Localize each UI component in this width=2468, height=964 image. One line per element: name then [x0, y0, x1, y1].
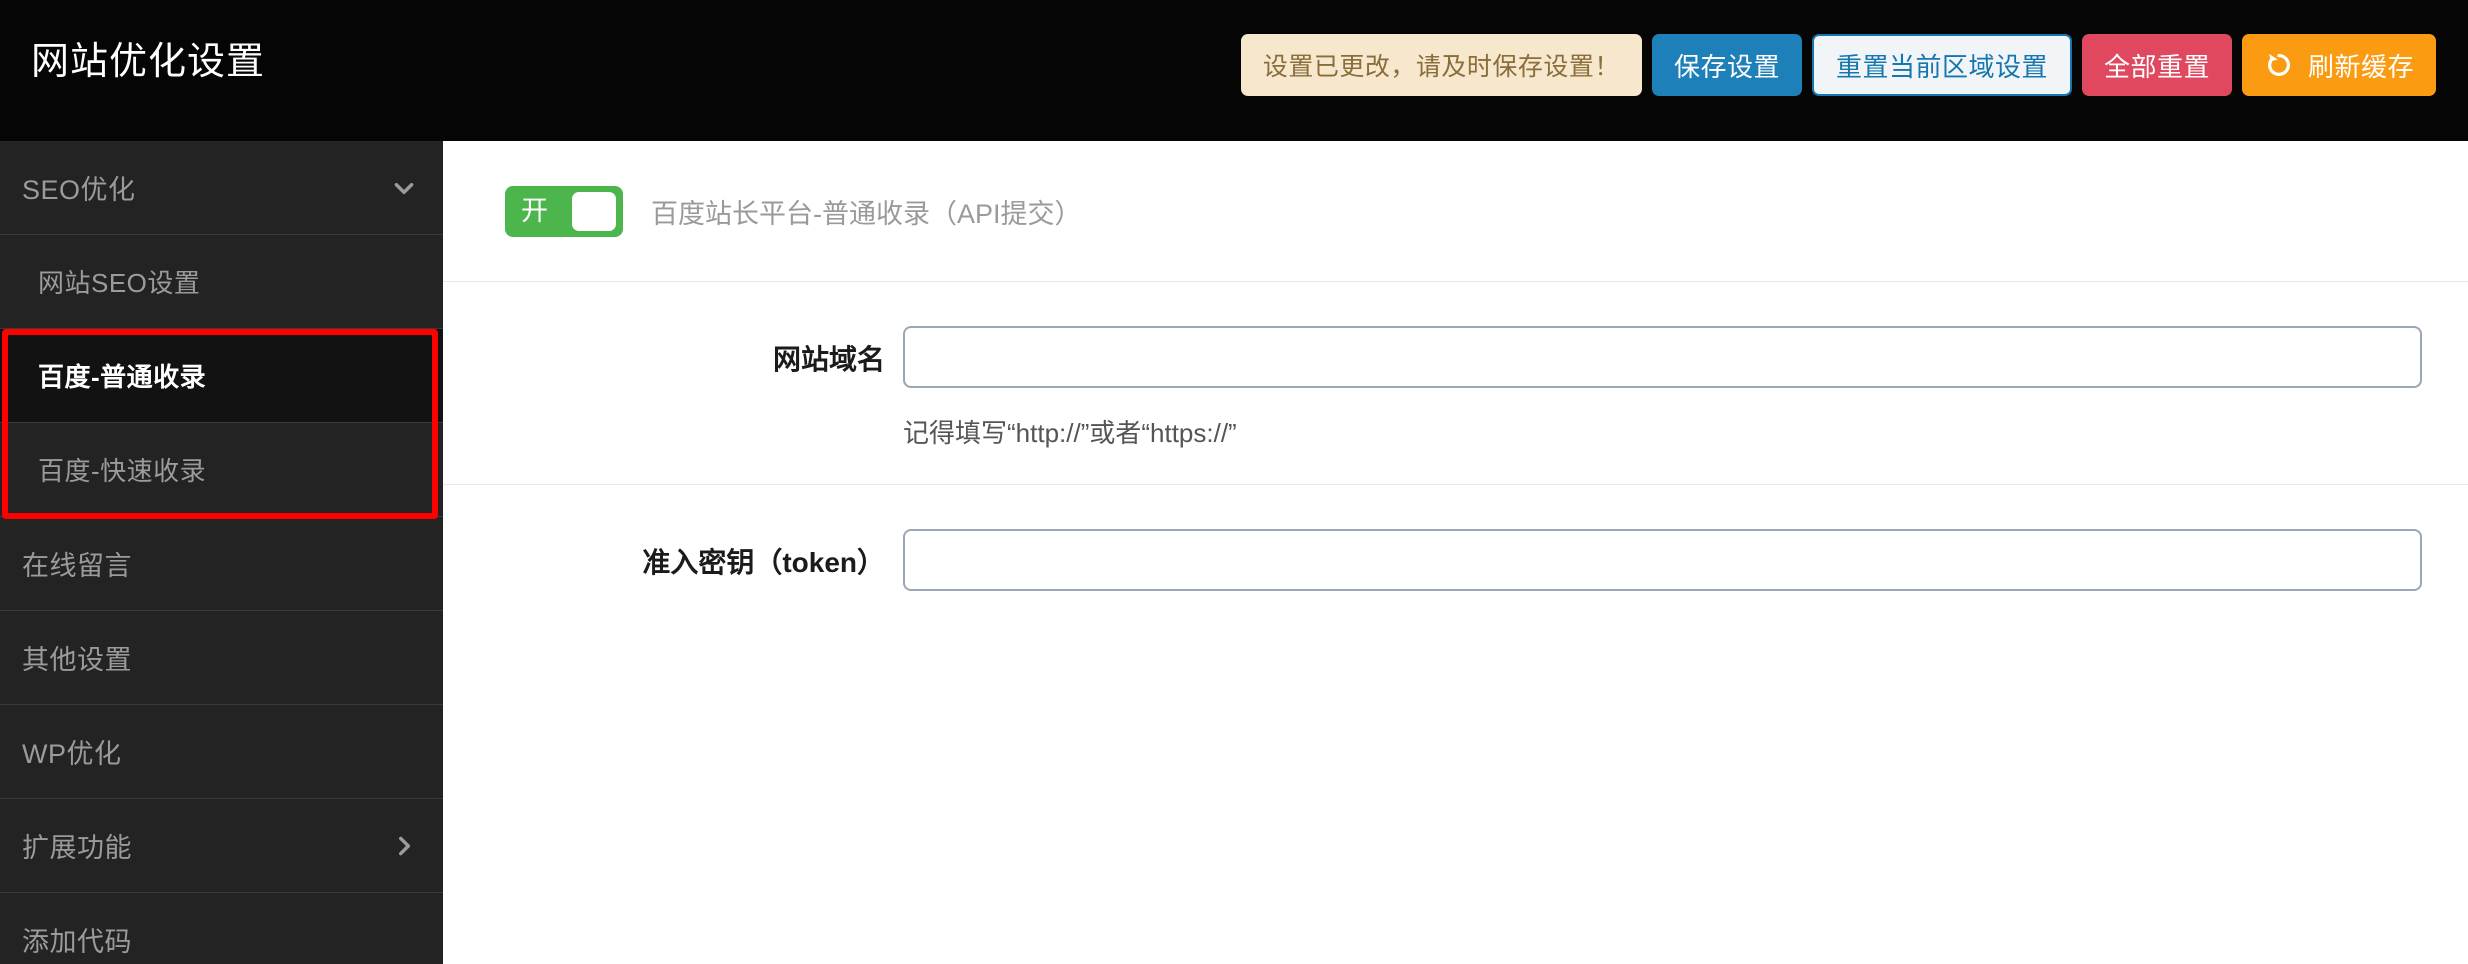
feature-toggle-label: 百度站长平台-普通收录（API提交）	[651, 198, 1082, 229]
token-label: 准入密钥（token）	[642, 547, 885, 578]
sidebar-item-label: WP优化	[22, 739, 122, 769]
sidebar-item-other-settings[interactable]: 其他设置	[0, 611, 443, 705]
top-header-bar: 网站优化设置 设置已更改，请及时保存设置！ 保存设置 重置当前区域设置 全部重置…	[0, 0, 2468, 141]
sidebar-item-baidu-normal-index[interactable]: 百度-普通收录	[0, 329, 443, 423]
toggle-knob	[572, 191, 616, 231]
reset-all-button[interactable]: 全部重置	[2081, 34, 2232, 96]
site-domain-input[interactable]	[903, 326, 2422, 388]
sidebar-item-label: SEO优化	[22, 175, 136, 205]
site-domain-label: 网站域名	[772, 344, 885, 375]
sidebar-item-label: 在线留言	[22, 551, 132, 581]
sidebar-item-label: 百度-快速收录	[38, 456, 207, 486]
site-domain-help-text: 记得填写“http://”或者“https://”	[903, 418, 1237, 448]
main-content: 开 百度站长平台-普通收录（API提交） 网站域名 记得填写“http://”或…	[443, 141, 2468, 964]
sidebar-item-seo-optimization[interactable]: SEO优化	[0, 141, 443, 235]
refresh-icon	[2268, 54, 2290, 76]
sidebar-item-wp-optimization[interactable]: WP优化	[0, 705, 443, 799]
sidebar-item-site-seo-settings[interactable]: 网站SEO设置	[0, 235, 443, 329]
sidebar-item-extensions[interactable]: 扩展功能	[0, 799, 443, 893]
unsaved-changes-notice: 设置已更改，请及时保存设置！	[1240, 34, 1642, 96]
token-field-col	[903, 529, 2468, 591]
sidebar-item-label: 网站SEO设置	[38, 268, 201, 298]
feature-toggle-row: 开 百度站长平台-普通收录（API提交）	[443, 141, 2468, 282]
chevron-right-icon	[399, 836, 411, 855]
save-settings-button[interactable]: 保存设置	[1651, 34, 1802, 96]
sidebar-item-add-code[interactable]: 添加代码	[0, 893, 443, 964]
token-input[interactable]	[903, 529, 2422, 591]
sidebar-item-baidu-fast-index[interactable]: 百度-快速收录	[0, 423, 443, 517]
form-row-site-domain: 网站域名 记得填写“http://”或者“https://”	[443, 282, 2468, 485]
refresh-cache-label: 刷新缓存	[2307, 51, 2414, 82]
sidebar-nav: SEO优化 网站SEO设置 百度-普通收录 百度-快速收录 在线留言 其他设置 …	[0, 141, 443, 964]
page-title: 网站优化设置	[31, 41, 266, 83]
sidebar-item-label: 添加代码	[22, 927, 132, 957]
chevron-down-icon	[394, 182, 414, 194]
sidebar-item-label: 百度-普通收录	[38, 362, 207, 392]
toggle-state-label: 开	[521, 195, 548, 226]
sidebar-item-label: 其他设置	[22, 645, 132, 675]
page-body: SEO优化 网站SEO设置 百度-普通收录 百度-快速收录 在线留言 其他设置 …	[0, 141, 2468, 964]
sidebar-item-label: 扩展功能	[22, 833, 132, 863]
reset-current-area-button[interactable]: 重置当前区域设置	[1811, 34, 2072, 96]
sidebar-item-online-message[interactable]: 在线留言	[0, 517, 443, 611]
header-actions: 设置已更改，请及时保存设置！ 保存设置 重置当前区域设置 全部重置 刷新缓存	[1240, 34, 2436, 96]
baidu-normal-index-toggle[interactable]: 开	[505, 185, 623, 237]
refresh-cache-button[interactable]: 刷新缓存	[2241, 34, 2436, 96]
site-domain-field-col: 记得填写“http://”或者“https://”	[903, 326, 2468, 484]
form-row-token: 准入密钥（token）	[443, 485, 2468, 645]
